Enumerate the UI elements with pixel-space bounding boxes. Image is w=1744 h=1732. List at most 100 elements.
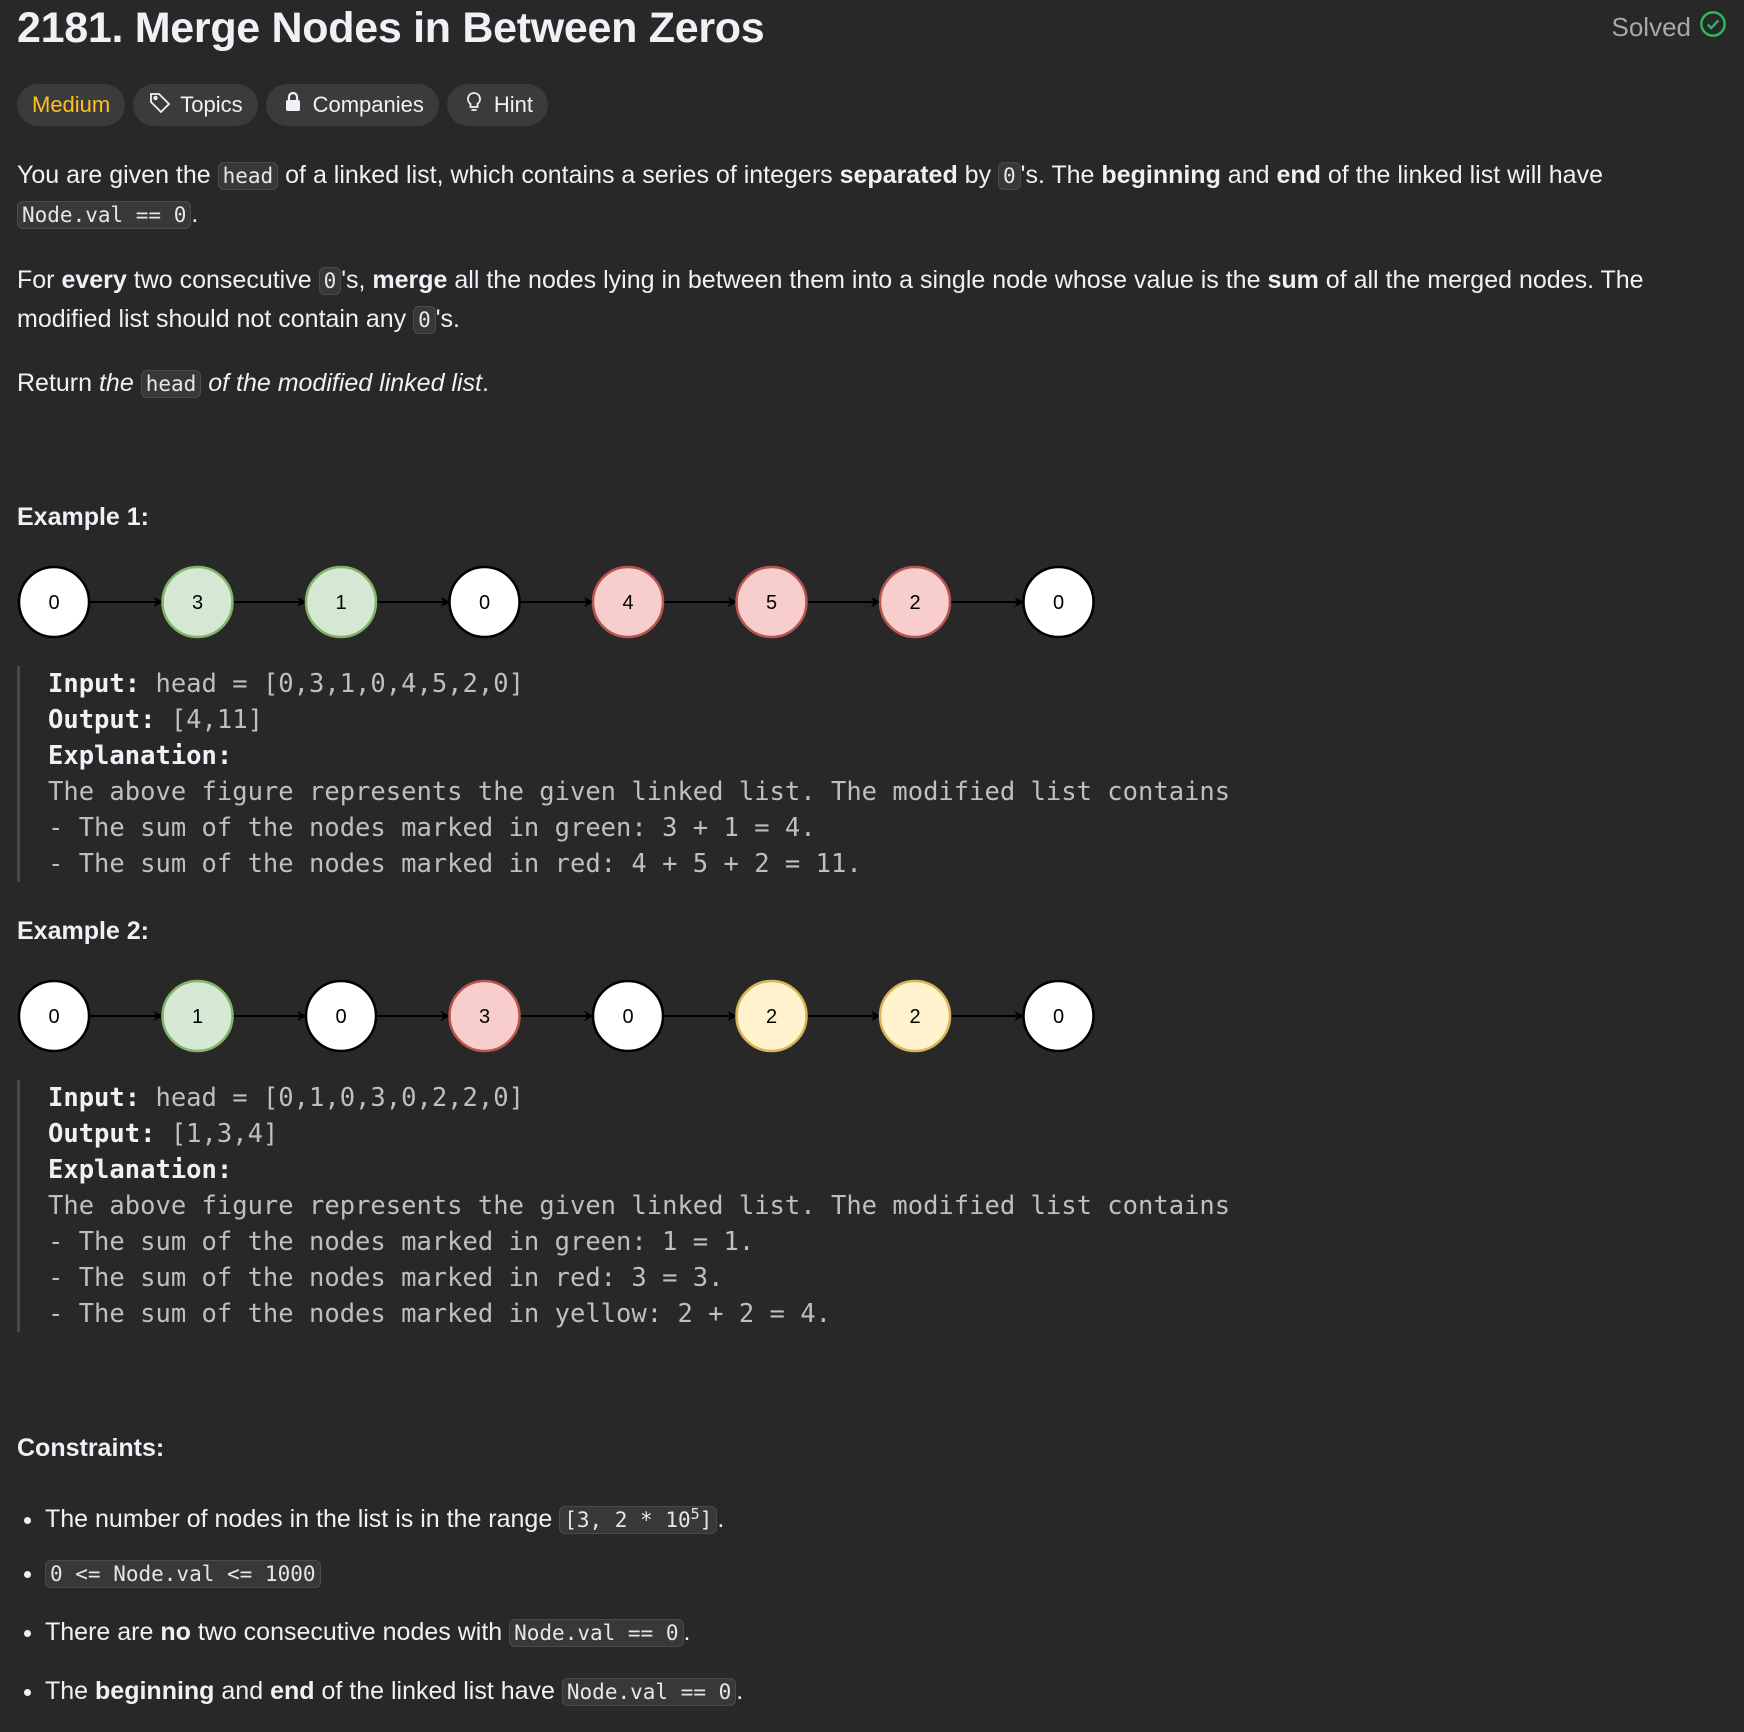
text: of the linked list will have xyxy=(1320,161,1603,189)
constraint-item: The number of nodes in the list is in th… xyxy=(45,1494,743,1553)
text: You are given the xyxy=(17,161,218,189)
bold-text: sum xyxy=(1267,266,1319,294)
text: For xyxy=(17,266,62,294)
constraints-heading: Constraints: xyxy=(17,1434,165,1462)
bold-text: no xyxy=(160,1618,191,1646)
output-value: [4,11] xyxy=(155,705,263,735)
node-value: 3 xyxy=(479,1006,490,1028)
output-label: Output: xyxy=(48,1119,156,1149)
bold-text: beginning xyxy=(95,1677,215,1705)
node-value: 1 xyxy=(192,1006,203,1028)
difficulty-tag[interactable]: Medium xyxy=(17,84,126,126)
text: two consecutive xyxy=(126,266,319,294)
constraints-list: The number of nodes in the list is in th… xyxy=(17,1494,743,1730)
inline-code: Node.val == 0 xyxy=(561,1678,737,1706)
text: and xyxy=(1220,161,1277,189)
text: two consecutive nodes with xyxy=(190,1618,510,1646)
constraint-item: 0 <= Node.val <= 1000 xyxy=(45,1553,743,1612)
text: of the linked list have xyxy=(314,1677,562,1705)
companies-label: Companies xyxy=(312,92,424,117)
input-label: Input: xyxy=(48,1083,141,1113)
text: all the nodes lying in between them into… xyxy=(447,266,1268,294)
inline-code: [3, 2 * 105] xyxy=(559,1505,718,1534)
node-value: 2 xyxy=(909,1006,920,1028)
bold-text: end xyxy=(1276,161,1321,189)
solved-label: Solved xyxy=(1611,12,1692,42)
solved-status: Solved xyxy=(1612,10,1728,45)
problem-title: 2181. Merge Nodes in Between Zeros xyxy=(17,4,765,52)
node-value: 0 xyxy=(335,1006,346,1028)
inline-code: 0 xyxy=(998,162,1021,190)
tag-icon xyxy=(148,90,172,120)
example-2-block: Input: head = [0,1,0,3,0,2,2,0] Output: … xyxy=(17,1080,1230,1332)
companies-button[interactable]: Companies xyxy=(265,84,439,126)
input-value: head = [0,1,0,3,0,2,2,0] xyxy=(140,1083,524,1113)
topics-button[interactable]: Topics xyxy=(133,84,258,126)
node-value: 2 xyxy=(766,1006,777,1028)
description-paragraph-1: You are given the head of a linked list,… xyxy=(17,156,1727,234)
text: The xyxy=(45,1677,96,1705)
lightbulb-icon xyxy=(462,90,486,120)
node-value: 0 xyxy=(622,1006,633,1028)
node-value: 5 xyxy=(766,592,777,614)
example-1-linked-list-figure: 0 3 1 0 4 5 2 0 xyxy=(17,565,1095,639)
text: . xyxy=(191,200,199,228)
example-2-linked-list-figure: 0 1 0 3 0 2 2 0 xyxy=(17,979,1095,1053)
node-value: 1 xyxy=(335,592,346,614)
bold-text: every xyxy=(61,266,127,294)
inline-code: head xyxy=(217,162,279,190)
inline-code: Node.val == 0 xyxy=(17,201,192,229)
text: 's. xyxy=(435,305,460,333)
italic-text: the xyxy=(98,369,141,397)
example-1-heading: Example 1: xyxy=(17,503,150,531)
explanation-line: - The sum of the nodes marked in green: … xyxy=(48,1227,755,1257)
superscript: 5 xyxy=(690,1505,700,1523)
explanation-label: Explanation: xyxy=(48,1155,233,1185)
lock-icon xyxy=(281,90,305,120)
bold-text: separated xyxy=(839,161,958,189)
input-value: head = [0,3,1,0,4,5,2,0] xyxy=(140,669,524,699)
italic-text: of the modified linked list xyxy=(201,369,482,397)
node-value: 0 xyxy=(48,1006,59,1028)
example-1-block: Input: head = [0,3,1,0,4,5,2,0] Output: … xyxy=(17,666,1230,882)
node-value: 3 xyxy=(192,592,203,614)
node-value: 4 xyxy=(622,592,633,614)
output-value: [1,3,4] xyxy=(155,1119,279,1149)
inline-code: Node.val == 0 xyxy=(509,1619,684,1647)
output-label: Output: xyxy=(48,705,156,735)
example-2-heading: Example 2: xyxy=(17,917,150,945)
text: of a linked list, which contains a serie… xyxy=(278,161,840,189)
text: by xyxy=(957,161,999,189)
constraint-item: There are no two consecutive nodes with … xyxy=(45,1612,743,1671)
inline-code: 0 xyxy=(318,267,342,295)
node-value: 0 xyxy=(48,592,59,614)
text: 's. The xyxy=(1020,161,1102,189)
inline-code: 0 xyxy=(413,306,436,334)
explanation-line: - The sum of the nodes marked in green: … xyxy=(48,813,816,843)
bold-text: end xyxy=(270,1677,315,1705)
hint-label: Hint xyxy=(493,92,534,117)
text: and xyxy=(214,1677,271,1705)
text: . xyxy=(683,1618,691,1646)
node-value: 0 xyxy=(479,592,490,614)
tag-bar: Medium Topics Companies Hint xyxy=(17,84,549,126)
description-paragraph-2: For every two consecutive 0's, merge all… xyxy=(17,261,1727,339)
explanation-line: - The sum of the nodes marked in yellow:… xyxy=(48,1299,831,1329)
explanation-line: - The sum of the nodes marked in red: 4 … xyxy=(48,849,862,879)
topics-label: Topics xyxy=(180,92,243,117)
text: 's, xyxy=(341,266,373,294)
node-value: 0 xyxy=(1053,592,1064,614)
inline-code: 0 <= Node.val <= 1000 xyxy=(45,1560,321,1588)
explanation-label: Explanation: xyxy=(48,741,233,771)
node-value: 0 xyxy=(1053,1006,1064,1028)
hint-button[interactable]: Hint xyxy=(446,84,549,126)
description-paragraph-3: Return the head of the modified linked l… xyxy=(17,364,1727,403)
explanation-line: The above figure represents the given li… xyxy=(48,777,1231,807)
text: . xyxy=(481,369,489,397)
code-text: ] xyxy=(699,1508,713,1532)
explanation-line: - The sum of the nodes marked in red: 3 … xyxy=(48,1263,724,1293)
constraint-item: The beginning and end of the linked list… xyxy=(45,1671,743,1730)
text: . xyxy=(736,1677,744,1705)
text: There are xyxy=(45,1618,161,1646)
code-text: [3, 2 * 10 xyxy=(564,1508,691,1532)
